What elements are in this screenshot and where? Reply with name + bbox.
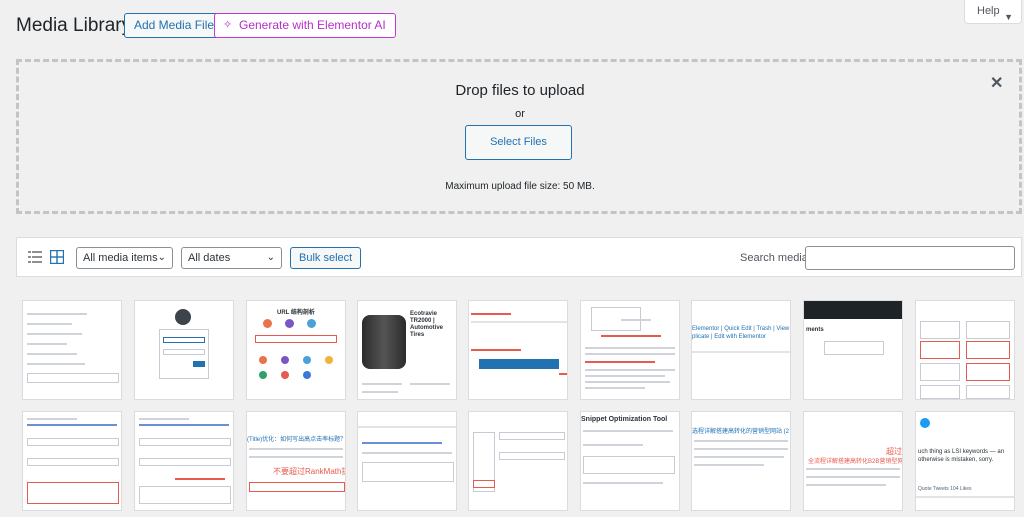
thumb-text: Quote Tweets 104 Likes: [918, 486, 972, 492]
media-item[interactable]: [468, 411, 568, 511]
date-filter[interactable]: All dates ⌄: [181, 247, 282, 269]
grid-view-icon[interactable]: [50, 250, 64, 264]
media-item[interactable]: [134, 300, 234, 400]
media-type-value: All media items: [83, 252, 158, 264]
add-media-file-button[interactable]: Add Media File: [124, 13, 225, 38]
search-media-label: Search media: [740, 252, 808, 264]
or-text: or: [515, 108, 525, 120]
chevron-down-icon: ⌄: [266, 252, 275, 263]
thumb-text: Snippet Optimization Tool: [581, 416, 668, 423]
bulk-select-button[interactable]: Bulk select: [290, 247, 362, 269]
thumb-text: 选程详解搭建高转化的营销型网站 (2: [692, 429, 790, 435]
media-item[interactable]: 超过 全流程详解搭建高转化B2B营销型网: [803, 411, 903, 511]
media-item[interactable]: [580, 300, 680, 400]
list-view-icon[interactable]: [28, 250, 42, 264]
drop-files-heading: Drop files to upload: [455, 82, 585, 99]
date-filter-value: All dates: [188, 252, 231, 264]
thumb-text: Elementor | Quick Edit | Trash | View | …: [692, 326, 790, 340]
help-label: Help: [977, 5, 1000, 17]
media-type-filter[interactable]: All media items ⌄: [76, 247, 173, 269]
media-toolbar: All media items ⌄ All dates ⌄ Bulk selec…: [16, 237, 1022, 277]
search-media-input[interactable]: [805, 246, 1015, 270]
thumb-text: 全流程详解搭建高转化B2B营销型网: [808, 459, 903, 465]
media-item[interactable]: URL 结构剖析: [246, 300, 346, 400]
page-header: Media Library Add Media File ✧ Generate …: [0, 0, 1024, 52]
media-item[interactable]: ments: [803, 300, 903, 400]
media-item[interactable]: Snippet Optimization Tool: [580, 411, 680, 511]
page-title: Media Library: [16, 15, 132, 36]
media-item[interactable]: [915, 300, 1015, 400]
thumb-text: URL 结构剖析: [277, 310, 315, 316]
thumb-text: (Title)优化：如何写出高点击率标题？(: [247, 437, 346, 443]
media-item[interactable]: Ecotravie TR2000 | Automotive Tires: [357, 300, 457, 400]
media-item[interactable]: [22, 411, 122, 511]
sparkle-icon: ✧: [223, 19, 233, 31]
select-files-button[interactable]: Select Files: [465, 125, 572, 160]
media-item[interactable]: [468, 300, 568, 400]
caret-down-icon: ▼: [1004, 12, 1013, 22]
thumb-text: uch thing as LSI keywords — an otherwise…: [918, 449, 1005, 463]
help-tab[interactable]: Help ▼: [964, 0, 1022, 24]
thumb-text: ments: [806, 327, 824, 333]
thumb-text: 不要超过RankMath提: [273, 467, 346, 476]
media-item[interactable]: Elementor | Quick Edit | Trash | View | …: [691, 300, 791, 400]
media-item[interactable]: [357, 411, 457, 511]
max-upload-size-text: Maximum upload file size: 50 MB.: [445, 181, 595, 192]
chevron-down-icon: ⌄: [157, 252, 166, 263]
generate-with-ai-label: Generate with Elementor AI: [239, 18, 386, 32]
generate-with-ai-button[interactable]: ✧ Generate with Elementor AI: [214, 13, 396, 38]
media-item[interactable]: [134, 411, 234, 511]
media-item[interactable]: 选程详解搭建高转化的营销型网站 (2: [691, 411, 791, 511]
media-item[interactable]: uch thing as LSI keywords — an otherwise…: [915, 411, 1015, 511]
media-item[interactable]: (Title)优化：如何写出高点击率标题？( 不要超过RankMath提: [246, 411, 346, 511]
media-item[interactable]: [22, 300, 122, 400]
thumb-text: Ecotravie TR2000 | Automotive Tires: [410, 311, 443, 338]
